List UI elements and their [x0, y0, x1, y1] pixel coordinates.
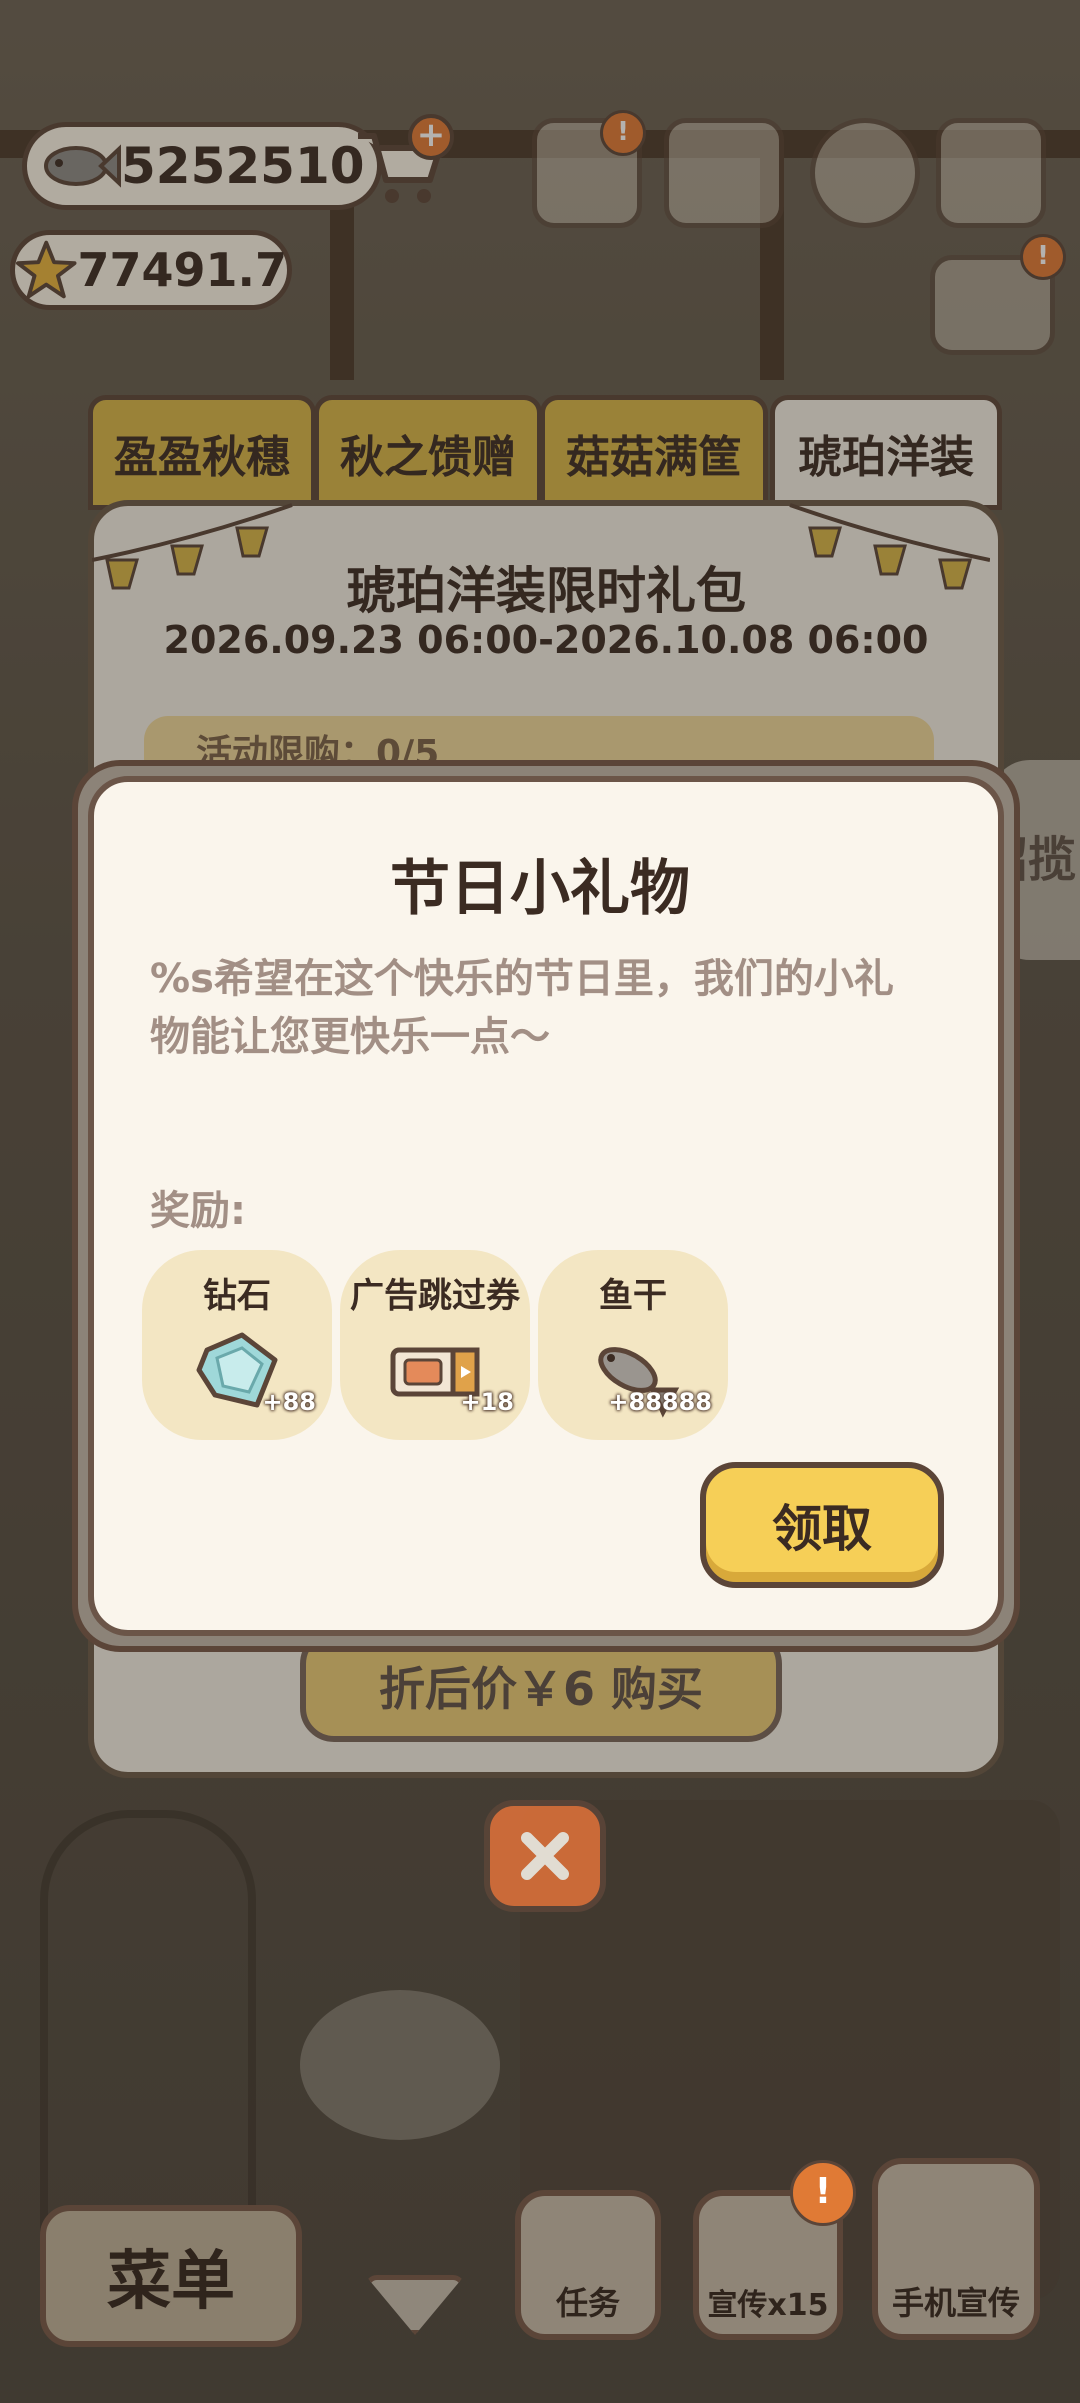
reward-name: 广告跳过券 — [350, 1276, 520, 1316]
reward-item-dried-fish: 鱼干 +88888 — [538, 1250, 728, 1440]
dialog-message: %s希望在这个快乐的节日里，我们的小礼物能让您更快乐一点～ — [150, 956, 894, 1060]
tasks-button[interactable]: 任务 — [515, 2190, 661, 2340]
close-button[interactable] — [484, 1800, 606, 1912]
dialog-title: 节日小礼物 — [390, 854, 690, 924]
reward-count: +88 — [262, 1388, 316, 1416]
reward-item-diamond: 钻石 +88 — [142, 1250, 332, 1440]
reward-item-ad-skip: 广告跳过券 +18 — [340, 1250, 530, 1440]
reward-count: +88888 — [608, 1388, 712, 1416]
reward-name: 钻石 — [203, 1276, 271, 1316]
reward-name: 鱼干 — [599, 1276, 667, 1316]
phone-promote-button[interactable]: 手机宣传 — [872, 2158, 1040, 2340]
claim-button[interactable]: 领取 — [700, 1462, 944, 1588]
menu-button[interactable]: 菜单 — [40, 2205, 302, 2347]
notification-badge: ! — [790, 2160, 856, 2226]
close-icon — [521, 1832, 569, 1880]
reward-label: 奖励: — [150, 1188, 246, 1234]
reward-count: +18 — [460, 1388, 514, 1416]
